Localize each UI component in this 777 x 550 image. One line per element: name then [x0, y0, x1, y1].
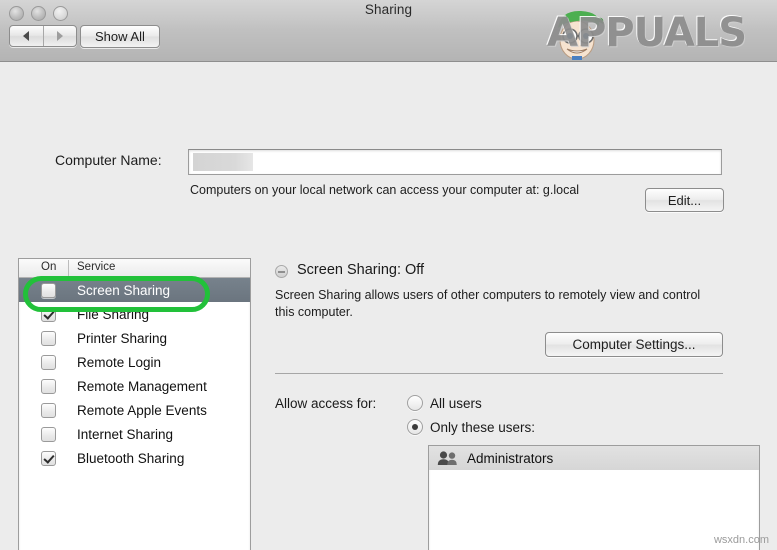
services-list-header: On Service [19, 259, 250, 278]
service-description: Screen Sharing allows users of other com… [275, 287, 715, 321]
status-indicator-off-icon [275, 265, 288, 278]
window-title: Sharing [0, 2, 777, 17]
service-checkbox-screen-sharing[interactable] [41, 283, 56, 298]
service-row-printer-sharing[interactable]: Printer Sharing [19, 326, 250, 350]
services-list[interactable]: On Service Screen Sharing File Sharing P… [18, 258, 251, 550]
service-checkbox-bluetooth-sharing[interactable] [41, 451, 56, 466]
sharing-preferences-window: Sharing Show All APPUA [0, 0, 777, 550]
navigation-segmented-control [9, 25, 77, 47]
radio-only-these-users[interactable] [407, 419, 423, 435]
service-row-remote-login[interactable]: Remote Login [19, 350, 250, 374]
service-checkbox-remote-login[interactable] [41, 355, 56, 370]
chevron-left-icon [23, 31, 29, 41]
allow-access-label: Allow access for: [275, 396, 376, 411]
service-status-title: Screen Sharing: Off [297, 262, 424, 278]
edit-computer-name-button[interactable]: Edit... [645, 188, 724, 212]
show-all-button[interactable]: Show All [80, 25, 160, 48]
chevron-right-icon [57, 31, 63, 41]
service-label: Remote Apple Events [77, 403, 207, 418]
service-row-screen-sharing[interactable]: Screen Sharing [19, 278, 250, 302]
service-row-bluetooth-sharing[interactable]: Bluetooth Sharing [19, 446, 250, 470]
column-header-on: On [41, 261, 56, 273]
service-checkbox-internet-sharing[interactable] [41, 427, 56, 442]
service-checkbox-printer-sharing[interactable] [41, 331, 56, 346]
service-checkbox-file-sharing[interactable] [41, 307, 56, 322]
service-label: Remote Login [77, 355, 161, 370]
service-checkbox-remote-apple-events[interactable] [41, 403, 56, 418]
column-divider [68, 260, 69, 277]
radio-all-users[interactable] [407, 395, 423, 411]
service-row-remote-management[interactable]: Remote Management [19, 374, 250, 398]
service-label: Bluetooth Sharing [77, 451, 184, 466]
column-header-service: Service [77, 261, 115, 273]
group-icon [437, 450, 459, 466]
user-list-item-administrators[interactable]: Administrators [429, 446, 759, 470]
service-row-file-sharing[interactable]: File Sharing [19, 302, 250, 326]
computer-settings-button[interactable]: Computer Settings... [545, 332, 723, 357]
computer-name-help-text: Computers on your local network can acce… [190, 182, 640, 199]
computer-name-label: Computer Name: [55, 152, 162, 168]
window-titlebar: Sharing Show All APPUA [0, 0, 777, 62]
section-divider [275, 373, 723, 374]
back-button[interactable] [10, 26, 43, 46]
redacted-value-block [193, 153, 253, 171]
forward-button[interactable] [43, 26, 77, 46]
radio-only-these-users-label: Only these users: [430, 420, 535, 435]
user-name-label: Administrators [467, 451, 553, 466]
service-label: Screen Sharing [77, 283, 170, 298]
service-label: Internet Sharing [77, 427, 173, 442]
preferences-content: Computer Name: Computers on your local n… [0, 62, 777, 550]
computer-name-input[interactable] [188, 149, 722, 175]
service-row-internet-sharing[interactable]: Internet Sharing [19, 422, 250, 446]
service-label: Remote Management [77, 379, 207, 394]
footer-watermark: wsxdn.com [714, 534, 769, 546]
service-checkbox-remote-management[interactable] [41, 379, 56, 394]
service-label: File Sharing [77, 307, 149, 322]
allowed-users-list[interactable]: Administrators [428, 445, 760, 550]
radio-all-users-label: All users [430, 396, 482, 411]
service-label: Printer Sharing [77, 331, 167, 346]
service-row-remote-apple-events[interactable]: Remote Apple Events [19, 398, 250, 422]
